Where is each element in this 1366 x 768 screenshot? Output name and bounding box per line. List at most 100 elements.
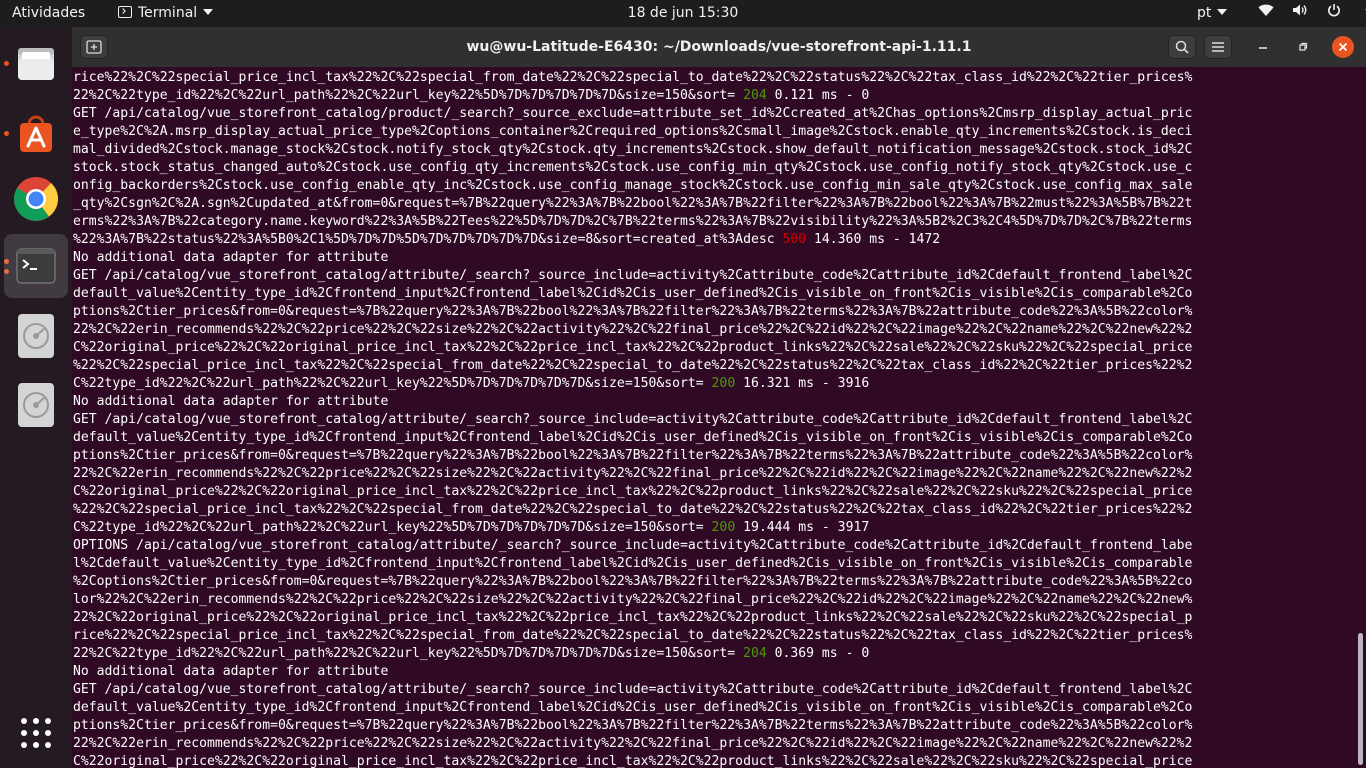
chevron-down-icon	[1217, 9, 1228, 15]
terminal-line: 22%2C%22type_id%22%2C%22url_path%22%2C%2…	[73, 87, 1353, 105]
terminal-line: GET /api/catalog/vue_storefront_catalog/…	[73, 411, 1353, 429]
grid-icon	[21, 718, 51, 748]
terminal-text: GET /api/catalog/vue_storefront_catalog/…	[73, 106, 1193, 121]
response-time: 19.444 ms - 3917	[735, 520, 870, 535]
hamburger-icon	[1212, 42, 1224, 52]
disc-icon	[18, 314, 54, 358]
terminal-text: default_value%2Centity_type_id%2Cfronten…	[73, 430, 1193, 445]
terminal-text: %22%2C%22special_price_incl_tax%22%2C%22…	[73, 358, 1193, 373]
dock-disc-2[interactable]	[4, 373, 68, 437]
window-header[interactable]: wu@wu-Latitude-E6430: ~/Downloads/vue-st…	[72, 27, 1366, 68]
terminal-line: lor%22%2C%22erin_recommends%22%2C%22pric…	[73, 591, 1353, 609]
terminal-line: default_value%2Centity_type_id%2Cfronten…	[73, 699, 1353, 717]
terminal-line: OPTIONS /api/catalog/vue_storefront_cata…	[73, 537, 1353, 555]
terminal-line: ptions%2Ctier_prices&from=0&request=%7B%…	[73, 447, 1353, 465]
terminal-line: stock.stock_status_changed_auto%2Cstock.…	[73, 159, 1353, 177]
terminal-line: 22%2C%22type_id%22%2C%22url_path%22%2C%2…	[73, 645, 1353, 663]
terminal-text: erms%22%3A%7B%22category.name.keyword%22…	[73, 214, 1193, 229]
system-tray[interactable]	[1258, 0, 1366, 27]
terminal-line: C%22original_price%22%2C%22original_pric…	[73, 483, 1353, 501]
terminal-line: rice%22%2C%22special_price_incl_tax%22%2…	[73, 627, 1353, 645]
terminal-line: No additional data adapter for attribute	[73, 249, 1353, 267]
maximize-button[interactable]	[1293, 37, 1313, 57]
terminal-text: lor%22%2C%22erin_recommends%22%2C%22pric…	[73, 592, 1193, 607]
menu-button[interactable]	[1204, 35, 1232, 59]
terminal-text: default_value%2Centity_type_id%2Cfronten…	[73, 286, 1193, 301]
minimize-button[interactable]	[1253, 37, 1273, 57]
terminal-text: %22%3A%7B%22status%22%3A%5B0%2C1%5D%7D%7…	[73, 232, 783, 247]
terminal-line: C%22type_id%22%2C%22url_path%22%2C%22url…	[73, 375, 1353, 393]
dock-disc-1[interactable]	[4, 304, 68, 368]
terminal-line: GET /api/catalog/vue_storefront_catalog/…	[73, 267, 1353, 285]
terminal-text: C%22type_id%22%2C%22url_path%22%2C%22url…	[73, 520, 712, 535]
terminal-text: ptions%2Ctier_prices&from=0&request=%7B%…	[73, 304, 1193, 319]
terminal-text: onfig_backorders%2Cstock.use_config_enab…	[73, 178, 1193, 193]
terminal-line: GET /api/catalog/vue_storefront_catalog/…	[73, 681, 1353, 699]
http-status-code: 200	[711, 376, 736, 391]
terminal-text: C%22original_price%22%2C%22original_pric…	[73, 754, 1193, 768]
terminal-text: GET /api/catalog/vue_storefront_catalog/…	[73, 268, 1193, 283]
terminal-text: C%22original_price%22%2C%22original_pric…	[73, 484, 1193, 499]
dock-files[interactable]	[4, 31, 68, 95]
terminal-line: %2Coptions%2Ctier_prices&from=0&request=…	[73, 573, 1353, 591]
http-status-code: 204	[743, 646, 767, 661]
http-status-code: 200	[711, 520, 736, 535]
terminal-text: %22%2C%22special_price_incl_tax%22%2C%22…	[73, 502, 1193, 517]
terminal-line: erms%22%3A%7B%22category.name.keyword%22…	[73, 213, 1353, 231]
terminal-text: GET /api/catalog/vue_storefront_catalog/…	[73, 412, 1193, 427]
terminal-text: _qty%2Csgn%2C%2A.sgn%2Cupdated_at&from=0…	[73, 196, 1193, 211]
wifi-icon	[1258, 0, 1274, 27]
dock-software[interactable]	[4, 101, 68, 165]
power-icon	[1327, 0, 1341, 27]
volume-icon	[1292, 0, 1308, 27]
terminal-text: No additional data adapter for attribute	[73, 394, 389, 409]
terminal-line: e_type%2C%2A.msrp_display_actual_price_t…	[73, 123, 1353, 141]
terminal-area[interactable]: rice%22%2C%22special_price_incl_tax%22%2…	[72, 67, 1366, 768]
dock-chrome[interactable]	[4, 167, 68, 231]
terminal-line: onfig_backorders%2Cstock.use_config_enab…	[73, 177, 1353, 195]
terminal-text: 22%2C%22erin_recommends%22%2C%22price%22…	[73, 736, 1193, 751]
terminal-text: rice%22%2C%22special_price_incl_tax%22%2…	[73, 628, 1193, 643]
terminal-line: C%22original_price%22%2C%22original_pric…	[73, 753, 1353, 768]
terminal-text: rice%22%2C%22special_price_incl_tax%22%2…	[73, 70, 1193, 85]
terminal-text: l%2Cdefault_value%2Centity_type_id%2Cfro…	[73, 556, 1193, 571]
clock[interactable]: 18 de jun 15:30	[0, 0, 1366, 27]
terminal-text: No additional data adapter for attribute	[73, 664, 389, 679]
scrollbar[interactable]	[1358, 633, 1363, 765]
terminal-text: OPTIONS /api/catalog/vue_storefront_cata…	[73, 538, 1193, 553]
terminal-line: GET /api/catalog/vue_storefront_catalog/…	[73, 105, 1353, 123]
restore-icon	[1299, 42, 1308, 51]
terminal-text: ptions%2Ctier_prices&from=0&request=%7B%…	[73, 448, 1193, 463]
terminal-line: 22%2C%22erin_recommends%22%2C%22price%22…	[73, 465, 1353, 483]
terminal-text: 22%2C%22type_id%22%2C%22url_path%22%2C%2…	[73, 88, 744, 103]
terminal-line: ptions%2Ctier_prices&from=0&request=%7B%…	[73, 717, 1353, 735]
folder-icon	[18, 48, 54, 80]
new-tab-button[interactable]	[80, 35, 108, 59]
terminal-text: e_type%2C%2A.msrp_display_actual_price_t…	[73, 124, 1193, 139]
terminal-line: No additional data adapter for attribute	[73, 393, 1353, 411]
language-selector[interactable]: pt	[1197, 0, 1228, 27]
terminal-text: C%22original_price%22%2C%22original_pric…	[73, 340, 1193, 355]
terminal-line: %22%3A%7B%22status%22%3A%5B0%2C1%5D%7D%7…	[73, 231, 1353, 249]
search-button[interactable]	[1168, 35, 1196, 59]
minimize-icon	[1259, 47, 1267, 49]
shopping-bag-icon	[20, 115, 52, 152]
terminal-line: _qty%2Csgn%2C%2A.sgn%2Cupdated_at&from=0…	[73, 195, 1353, 213]
terminal-text: default_value%2Centity_type_id%2Cfronten…	[73, 700, 1193, 715]
terminal-line: 22%2C%22erin_recommends%22%2C%22price%22…	[73, 735, 1353, 753]
new-tab-icon	[86, 40, 102, 54]
http-status-code: 204	[743, 88, 767, 103]
response-time: 16.321 ms - 3916	[735, 376, 870, 391]
terminal-line: C%22type_id%22%2C%22url_path%22%2C%22url…	[73, 519, 1353, 537]
search-icon	[1175, 40, 1189, 54]
terminal-line: ptions%2Ctier_prices&from=0&request=%7B%…	[73, 303, 1353, 321]
show-applications-button[interactable]	[4, 701, 68, 765]
terminal-line: default_value%2Centity_type_id%2Cfronten…	[73, 285, 1353, 303]
terminal-line: C%22original_price%22%2C%22original_pric…	[73, 339, 1353, 357]
terminal-line: rice%22%2C%22special_price_incl_tax%22%2…	[73, 69, 1353, 87]
terminal-text: stock.stock_status_changed_auto%2Cstock.…	[73, 160, 1193, 175]
close-icon	[1338, 42, 1348, 52]
close-button[interactable]	[1332, 36, 1354, 58]
dock-terminal[interactable]	[4, 234, 68, 298]
terminal-line: l%2Cdefault_value%2Centity_type_id%2Cfro…	[73, 555, 1353, 573]
